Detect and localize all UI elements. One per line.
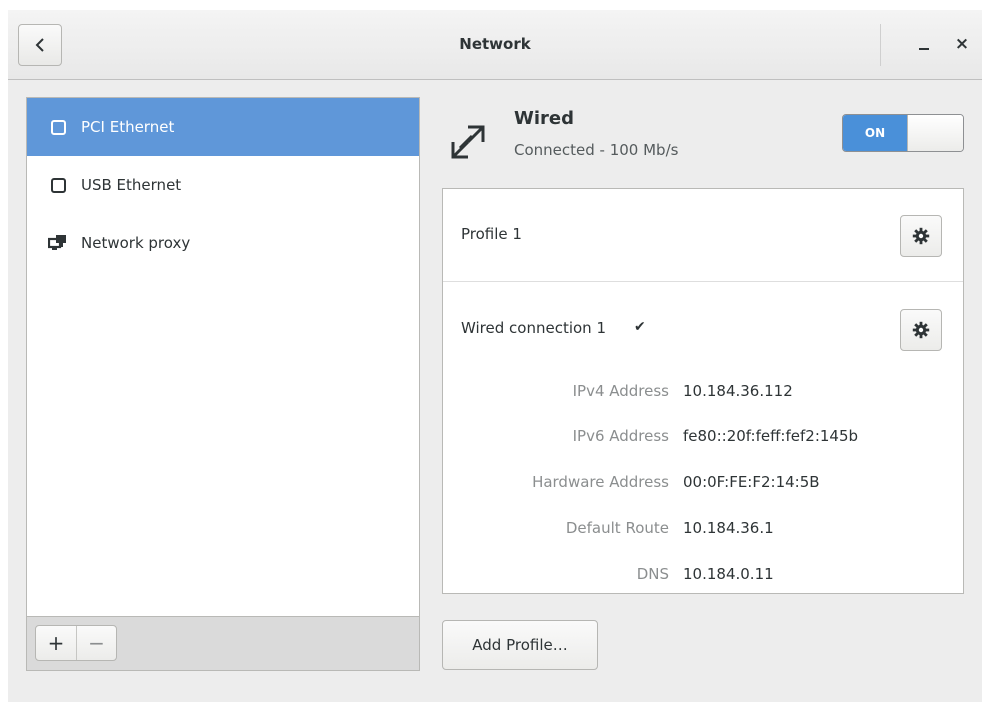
wired-connection-icon — [451, 125, 485, 159]
profiles-panel: Profile 1 Wired connection 1 ✔ IPv4 Addr… — [442, 188, 964, 594]
add-device-button[interactable]: + — [36, 626, 76, 660]
profile-settings-button[interactable] — [900, 215, 942, 257]
window-title: Network — [459, 35, 531, 53]
device-sidebar: PCI Ethernet USB Ethernet Network proxy — [26, 97, 420, 617]
dns-label: DNS — [636, 565, 669, 583]
default-route-label: Default Route — [565, 519, 669, 537]
profile-name: Profile 1 — [461, 225, 522, 243]
add-profile-button[interactable]: Add Profile… — [442, 620, 598, 670]
sidebar-item-network-proxy[interactable]: Network proxy — [27, 214, 419, 272]
ipv4-value: 10.184.36.112 — [683, 382, 793, 400]
plus-icon: + — [47, 631, 65, 655]
ipv6-label: IPv6 Address — [572, 427, 669, 445]
ethernet-icon — [47, 116, 69, 138]
sidebar-item-label: USB Ethernet — [81, 176, 182, 194]
minus-icon: − — [88, 631, 105, 655]
toggle-on-label: ON — [843, 115, 907, 151]
network-proxy-icon — [47, 232, 69, 254]
toggle-knob — [907, 115, 963, 151]
remove-device-button[interactable]: − — [76, 626, 116, 660]
sidebar-toolbar: + − — [26, 617, 420, 671]
ipv4-label: IPv4 Address — [572, 382, 669, 400]
profile-row[interactable]: Profile 1 — [443, 189, 963, 282]
gear-icon — [912, 321, 930, 339]
sidebar-item-label: Network proxy — [81, 234, 191, 252]
header-bar: Network × — [8, 10, 982, 80]
active-check-icon: ✔ — [634, 319, 646, 335]
connection-settings-button[interactable] — [900, 309, 942, 351]
gear-icon — [912, 227, 930, 245]
hardware-address-label: Hardware Address — [532, 473, 669, 491]
hardware-address-value: 00:0F:FE:F2:14:5B — [683, 473, 820, 491]
sidebar-item-label: PCI Ethernet — [81, 118, 175, 136]
header-separator — [880, 24, 881, 66]
dns-value: 10.184.0.11 — [683, 565, 774, 583]
connection-name: Wired connection 1 — [461, 319, 606, 337]
sidebar-item-usb-ethernet[interactable]: USB Ethernet — [27, 156, 419, 214]
minimize-button[interactable] — [912, 32, 936, 56]
device-status: Connected - 100 Mb/s — [514, 141, 679, 159]
ethernet-icon — [47, 174, 69, 196]
device-title: Wired — [514, 108, 574, 129]
ipv6-value: fe80::20f:feff:fef2:145b — [683, 427, 859, 445]
close-icon: × — [954, 34, 970, 54]
minimize-icon — [919, 48, 929, 50]
sidebar-item-pci-ethernet[interactable]: PCI Ethernet — [27, 98, 419, 156]
close-button[interactable]: × — [950, 32, 974, 56]
default-route-value: 10.184.36.1 — [683, 519, 774, 537]
add-remove-group: + − — [35, 625, 117, 661]
device-power-toggle[interactable]: ON — [842, 114, 964, 152]
